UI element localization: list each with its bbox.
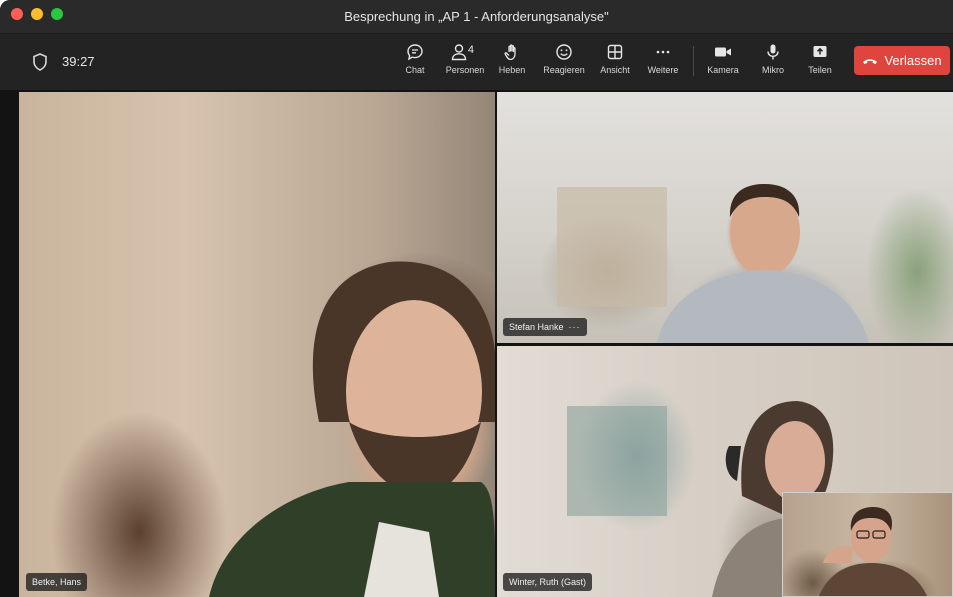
view-grid-icon — [607, 44, 623, 60]
more-label: Weitere — [647, 65, 679, 75]
smiley-icon — [556, 44, 572, 60]
react-label: Reagieren — [543, 65, 585, 75]
raise-hand-icon — [504, 44, 516, 61]
window-title: Besprechung in „AP 1 - Anforderungsanaly… — [344, 9, 609, 24]
meeting-toolbar: 39:27 Chat 4 Personen Heben Reagieren An… — [0, 34, 953, 90]
leave-button[interactable]: Verlassen — [854, 46, 950, 75]
people-count: 4 — [467, 44, 474, 56]
people-button[interactable]: 4 Personen — [441, 43, 489, 83]
video-tile-stefan-hanke[interactable]: Stefan Hanke ··· — [497, 92, 953, 343]
raise-hand-label: Heben — [498, 65, 526, 75]
phone-hangup-icon — [863, 58, 878, 64]
meeting-window: Besprechung in „AP 1 - Anforderungsanaly… — [0, 0, 953, 597]
react-button[interactable]: Reagieren — [540, 43, 588, 83]
leave-label: Verlassen — [884, 53, 942, 68]
mic-button[interactable]: Mikro — [758, 43, 788, 83]
raise-hand-button[interactable]: Heben — [497, 43, 527, 83]
camera-button[interactable]: Kamera — [705, 43, 741, 83]
self-view-tile[interactable] — [782, 492, 953, 597]
share-icon — [813, 46, 827, 57]
chat-label: Chat — [405, 65, 425, 75]
meeting-timer: 39:27 — [62, 54, 95, 69]
chat-icon — [407, 44, 423, 61]
chat-button[interactable]: Chat — [400, 43, 430, 83]
share-label: Teilen — [808, 65, 832, 75]
people-label: Personen — [445, 65, 485, 75]
view-label: Ansicht — [600, 65, 630, 75]
title-bar: Besprechung in „AP 1 - Anforderungsanaly… — [0, 0, 953, 34]
mic-label: Mikro — [762, 65, 784, 75]
participant-name-tag: Stefan Hanke ··· — [503, 318, 587, 336]
participant-video — [209, 261, 495, 597]
shield-icon[interactable] — [32, 53, 48, 71]
more-button[interactable]: Weitere — [645, 43, 681, 83]
participant-more-icon[interactable]: ··· — [569, 322, 581, 332]
more-icon — [656, 50, 670, 54]
participant-video — [557, 184, 869, 343]
video-tile-betke-hans[interactable]: Betke, Hans — [19, 92, 495, 597]
camera-label: Kamera — [707, 65, 739, 75]
share-button[interactable]: Teilen — [805, 43, 835, 83]
self-video — [818, 507, 927, 596]
participant-name: Stefan Hanke — [509, 322, 564, 332]
people-icon — [451, 44, 467, 61]
participant-name-tag: Winter, Ruth (Gast) — [503, 573, 593, 591]
mic-icon — [767, 44, 779, 60]
toolbar-divider — [693, 46, 694, 76]
participant-name-tag: Betke, Hans — [26, 573, 88, 591]
camera-icon — [715, 47, 731, 57]
view-button[interactable]: Ansicht — [597, 43, 633, 83]
